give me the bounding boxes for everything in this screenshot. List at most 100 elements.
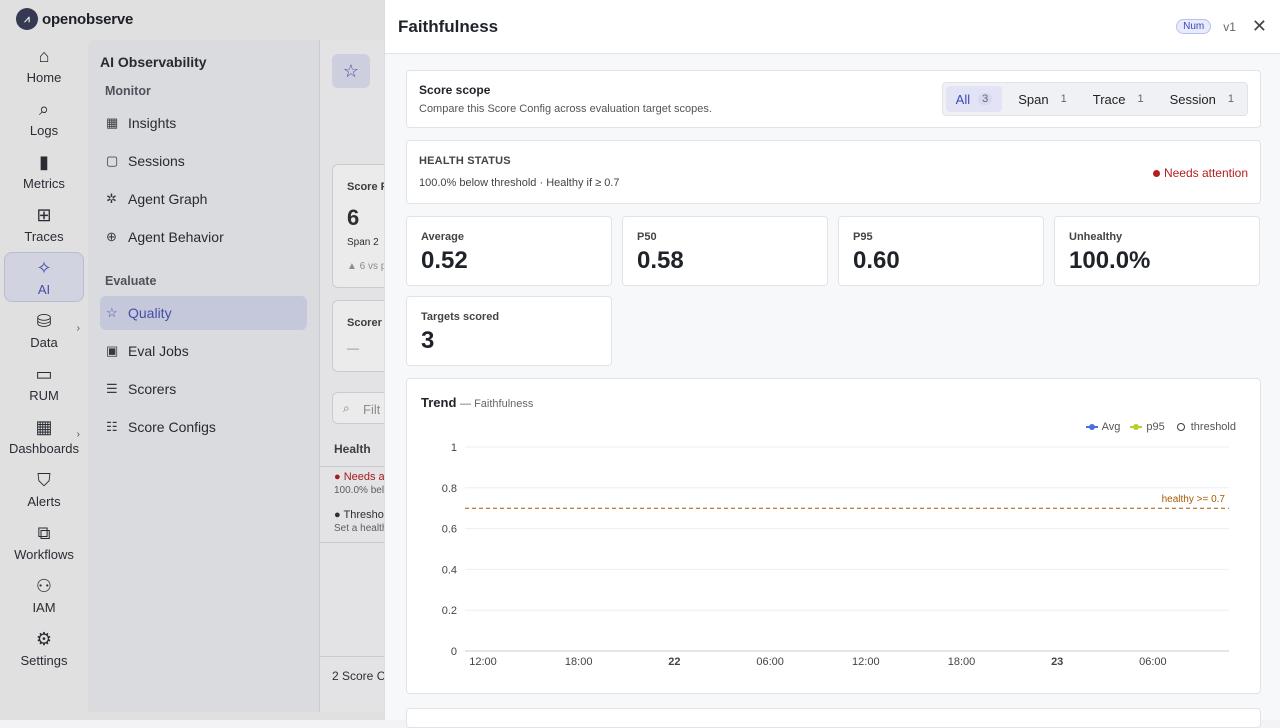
chevron-right-icon: › — [76, 429, 80, 440]
threshold-label: healthy >= 0.7 — [1162, 494, 1226, 505]
nav-label: Data — [30, 334, 58, 350]
sidebar-item-quality[interactable]: ☆ Quality — [100, 296, 307, 330]
nav-label: Settings — [20, 652, 68, 668]
scope-tab-label: Session — [1169, 91, 1216, 107]
background-main: ☆ Score F 6 Span 2 ▲ 6 vs p Scorer — ⌕ F… — [319, 40, 392, 712]
legend-threshold[interactable]: threshold — [1175, 421, 1236, 433]
logo-icon[interactable]: ⩘ — [16, 8, 38, 30]
legend-avg[interactable]: Avg — [1085, 421, 1120, 433]
x-tick-label: 12:00 — [469, 656, 497, 668]
nav-item-metrics[interactable]: ▮ Metrics — [4, 146, 84, 196]
scope-tab-all[interactable]: All 3 — [945, 86, 1003, 112]
legend-avg-icon — [1085, 421, 1098, 433]
sliders-icon: ☷ — [106, 419, 118, 434]
row1-status[interactable]: ● Needs a — [334, 471, 385, 483]
nav-item-logs[interactable]: ⌕ Logs — [4, 93, 84, 143]
sidebar-item-eval-jobs[interactable]: ▣ Eval Jobs — [100, 334, 307, 368]
x-tick-label: 22 — [668, 656, 680, 668]
scope-tab-span[interactable]: Span 1 — [1008, 86, 1077, 112]
traces-icon: ⊞ — [36, 204, 52, 225]
stat-card-average: Average 0.52 — [406, 216, 612, 286]
stat-card-p95: P95 0.60 — [838, 216, 1044, 286]
behavior-icon: ⊕ — [106, 229, 117, 244]
nav-item-workflows[interactable]: ⧉ Workflows — [4, 517, 84, 567]
sidebar-item-agent-graph[interactable]: ✲ Agent Graph — [100, 182, 307, 216]
nav-item-alerts[interactable]: ⛉ Alerts — [4, 464, 84, 514]
nav-item-home[interactable]: ⌂ Home — [4, 40, 84, 90]
sidebar-item-label: Eval Jobs — [128, 343, 189, 359]
scope-tab-count: 3 — [978, 93, 993, 105]
scope-tab-trace[interactable]: Trace 1 — [1083, 86, 1154, 112]
user-gear-icon: ⚇ — [35, 575, 53, 596]
nav-label: Workflows — [14, 546, 74, 562]
stat-value: 100.0% — [1069, 247, 1151, 274]
sidebar-section-label: Evaluate — [105, 274, 157, 288]
delta-text: ▲ 6 vs p — [347, 261, 387, 272]
sidebar-item-score-configs[interactable]: ☷ Score Configs — [100, 410, 307, 444]
sidebar-item-label: Score Configs — [128, 419, 216, 435]
nav-item-data[interactable]: ⛁ Data › — [4, 305, 84, 355]
y-tick-label: 0.6 — [442, 524, 457, 536]
scope-tab-count: 1 — [1137, 93, 1144, 105]
ai-observability-sidebar: AI Observability Monitor ▦ Insights ▢ Sessio… — [88, 40, 319, 712]
sidebar-item-agent-behavior[interactable]: ⊕ Agent Behavior — [100, 220, 307, 254]
nav-item-settings[interactable]: ⚙ Settings — [4, 623, 84, 673]
stat-card-p50: P50 0.58 — [622, 216, 828, 286]
chart-legend: Avg p95 threshold — [1076, 421, 1236, 433]
search-icon: ⌕ — [343, 401, 350, 415]
sidebar-item-insights[interactable]: ▦ Insights — [100, 106, 307, 140]
trend-title-text: Trend — [421, 395, 457, 410]
status-dot-icon — [1152, 169, 1160, 177]
x-tick-label: 12:00 — [852, 656, 880, 668]
trend-title: Trend — Faithfulness — [421, 395, 1246, 410]
trend-subtitle: — Faithfulness — [460, 398, 534, 410]
x-tick-label: 06:00 — [756, 656, 784, 668]
sidebar-item-sessions[interactable]: ▢ Sessions — [100, 144, 307, 178]
row2-status[interactable]: ● Thresho — [334, 509, 384, 521]
scorer-label: Scorer — [347, 317, 382, 329]
scorer-card: Scorer — — [332, 300, 392, 372]
score-value: 6 — [347, 205, 360, 230]
logo-text[interactable]: openobserve — [42, 11, 133, 28]
sidebar-title: AI Observability — [100, 54, 207, 70]
scope-segmented-control: All 3 Span 1 Trace 1 Session 1 — [941, 82, 1248, 116]
nav-item-traces[interactable]: ⊞ Traces — [4, 199, 84, 249]
health-status-badge: Needs attention — [1152, 166, 1248, 180]
scope-tab-label: Trace — [1092, 91, 1126, 107]
scope-tab-label: All — [955, 91, 971, 107]
scope-tab-session[interactable]: Session 1 — [1160, 86, 1244, 112]
health-subtitle: 100.0% below threshold · Healthy if ≥ 0.… — [419, 177, 620, 189]
y-tick-label: 0.8 — [442, 483, 457, 495]
filter-input[interactable]: ⌕ Filt — [332, 392, 392, 424]
trend-chart[interactable]: 0 0.2 0.4 0.6 0.8 1 12:00 18:00 22 06:00 12:00 18:0… — [421, 435, 1261, 685]
stat-card-targets-scored: Targets scored 3 — [406, 296, 612, 366]
stat-label: Unhealthy — [1069, 231, 1123, 243]
scope-subtitle: Compare this Score Config across evaluat… — [419, 103, 712, 115]
legend-p95[interactable]: p95 — [1130, 421, 1165, 433]
nav-label: Home — [26, 69, 62, 85]
nav-label: Metrics — [23, 175, 65, 191]
app-header: ⩘ openobserve — [0, 0, 384, 38]
scope-tab-count: 1 — [1060, 93, 1067, 105]
nav-label: Traces — [24, 228, 64, 244]
x-tick-label: 23 — [1051, 656, 1063, 668]
trend-card: Trend — Faithfulness Avg p95 threshold 0… — [406, 378, 1261, 694]
stat-value: 3 — [421, 327, 435, 354]
span-text: Span 2 — [347, 237, 379, 248]
nav-item-rum[interactable]: ▭ RUM — [4, 358, 84, 408]
row2-sub: Set a health — [334, 523, 388, 534]
close-icon[interactable]: ✕ — [1252, 16, 1267, 37]
nav-item-dashboards[interactable]: ▦ Dashboards › — [4, 411, 84, 461]
stat-label: Average — [421, 231, 465, 243]
health-column-header[interactable]: Health — [334, 442, 371, 456]
next-card — [406, 708, 1261, 728]
score-label: Score F — [347, 181, 388, 193]
nav-item-iam[interactable]: ⚇ IAM — [4, 570, 84, 620]
sidebar-item-scorers[interactable]: ☰ Scorers — [100, 372, 307, 406]
nav-item-ai[interactable]: ✧ AI — [4, 252, 84, 302]
filter-placeholder: Filt — [363, 402, 381, 417]
score-summary-card: Score F 6 Span 2 ▲ 6 vs p — [332, 164, 392, 288]
legend-p95-icon — [1130, 421, 1143, 433]
legend-p95-label: p95 — [1146, 421, 1165, 433]
left-nav: ⌂ Home ⌕ Logs ▮ Metrics ⊞ Traces ✧ AI ⛁ Data › ▭ RUM ▦ D… — [0, 38, 88, 720]
